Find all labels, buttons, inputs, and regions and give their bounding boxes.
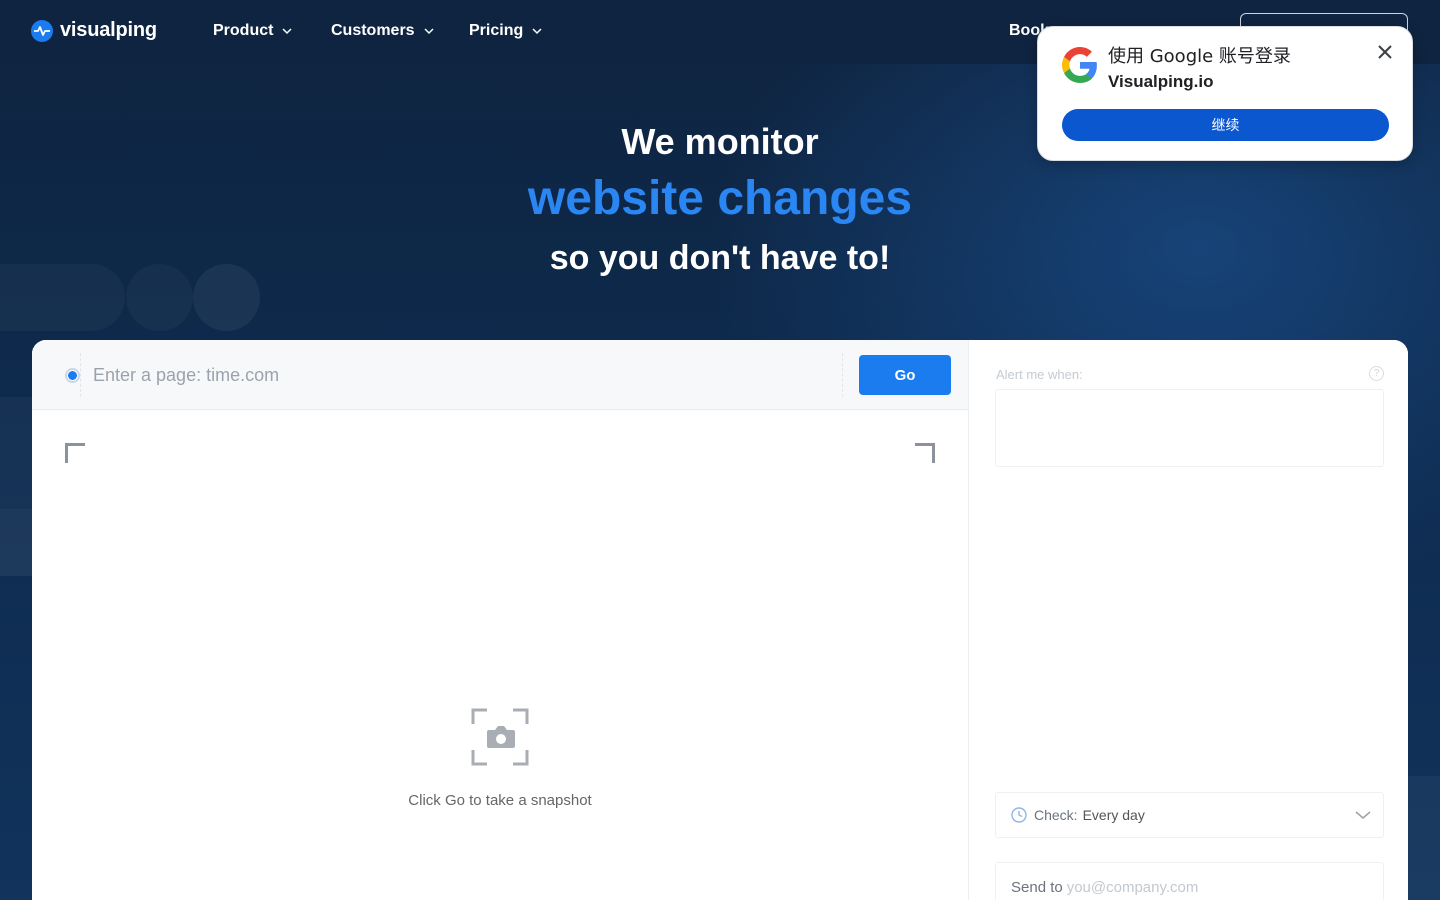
nav-product-label: Product bbox=[213, 22, 274, 39]
google-popup-title: 使用 Google 账号登录 bbox=[1108, 46, 1291, 67]
google-logo-icon bbox=[1062, 47, 1097, 83]
send-label: Send to bbox=[1011, 878, 1063, 896]
chevron-down-icon bbox=[424, 28, 434, 35]
hero-line-2: website changes bbox=[527, 172, 913, 225]
send-to-field: Send to bbox=[995, 862, 1384, 900]
chevron-down-icon bbox=[532, 28, 542, 35]
check-label: Check: bbox=[1034, 807, 1078, 823]
nav-customers-label: Customers bbox=[331, 22, 415, 39]
check-value: Every day bbox=[1082, 807, 1145, 823]
go-button[interactable]: Go bbox=[859, 355, 951, 395]
chevron-down-icon bbox=[1355, 811, 1371, 819]
close-icon[interactable] bbox=[1374, 41, 1396, 63]
alert-keywords-input[interactable] bbox=[995, 389, 1384, 467]
google-popup-site: Visualping.io bbox=[1108, 72, 1214, 91]
pulse-icon bbox=[31, 19, 53, 42]
chevron-down-icon bbox=[282, 28, 292, 35]
preview-pane: Go Click Go to take a snapshot bbox=[32, 340, 968, 900]
google-continue-button[interactable]: 继续 bbox=[1062, 109, 1389, 141]
check-frequency-select[interactable]: Check: Every day bbox=[995, 792, 1384, 838]
clock-icon bbox=[1011, 807, 1027, 823]
google-signin-popup: 使用 Google 账号登录 Visualping.io 继续 bbox=[1037, 26, 1413, 161]
snapshot-hint: Click Go to take a snapshot bbox=[408, 792, 592, 809]
alert-label: Alert me when: bbox=[996, 367, 1083, 382]
url-radio[interactable] bbox=[65, 368, 80, 383]
logo-text: visualping bbox=[60, 19, 157, 41]
frame-corner bbox=[915, 443, 935, 463]
email-input[interactable] bbox=[1066, 878, 1367, 896]
hero-line-3: so you don't have to! bbox=[549, 239, 891, 277]
logo[interactable]: visualping bbox=[31, 19, 157, 42]
nav-product[interactable]: Product bbox=[213, 22, 293, 40]
frame-corner bbox=[65, 443, 85, 463]
monitor-panel: Go Click Go to take a snapshot Alert me … bbox=[32, 340, 1408, 900]
camera-snapshot-icon bbox=[471, 708, 529, 766]
url-input[interactable] bbox=[80, 353, 843, 397]
alert-settings-pane: Alert me when: ? Check: Every day Send t… bbox=[968, 340, 1408, 900]
nav-customers[interactable]: Customers bbox=[331, 22, 435, 40]
url-bar: Go bbox=[32, 340, 968, 410]
help-icon[interactable]: ? bbox=[1369, 366, 1384, 381]
nav-pricing-label: Pricing bbox=[469, 22, 524, 39]
nav-pricing[interactable]: Pricing bbox=[469, 22, 543, 40]
